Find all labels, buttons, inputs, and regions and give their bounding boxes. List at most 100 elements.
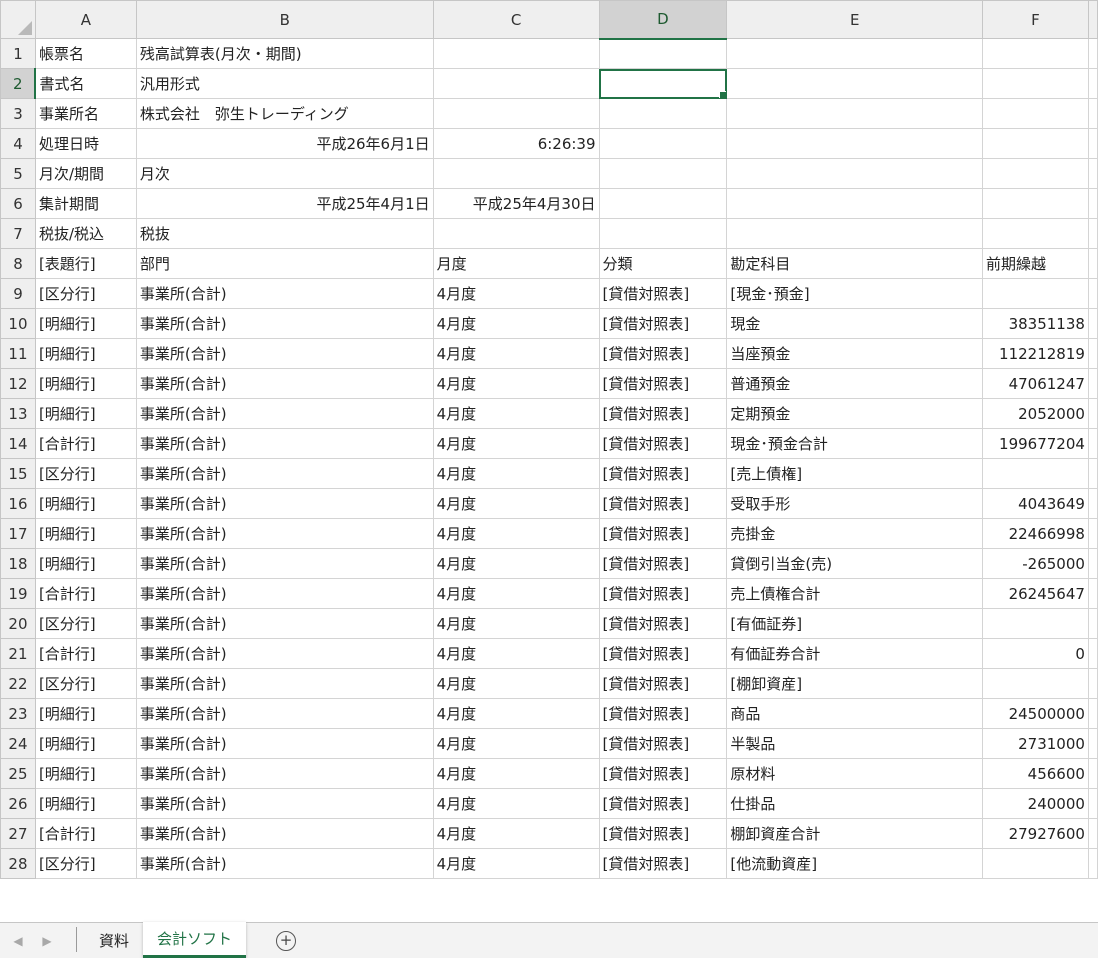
row-header[interactable]: 15 — [0, 458, 36, 489]
cell-e3[interactable] — [726, 98, 983, 129]
cell-f17[interactable]: 22466998 — [981, 518, 1089, 549]
cell-f7[interactable] — [981, 218, 1089, 249]
cell-d25[interactable]: [貸借対照表] — [598, 758, 728, 789]
column-header-d[interactable]: D — [598, 0, 728, 40]
cell-a24[interactable]: [明細行] — [34, 728, 137, 759]
cell-e7[interactable] — [726, 218, 983, 249]
cell-c12[interactable]: 4月度 — [432, 368, 600, 399]
cell-f14[interactable]: 199677204 — [981, 428, 1089, 459]
cell-d23[interactable]: [貸借対照表] — [598, 698, 728, 729]
row-header[interactable]: 6 — [0, 188, 36, 219]
cell-e16[interactable]: 受取手形 — [726, 488, 983, 519]
cell-d26[interactable]: [貸借対照表] — [598, 788, 728, 819]
row-header[interactable]: 23 — [0, 698, 36, 729]
cell-b20[interactable]: 事業所(合計) — [135, 608, 434, 639]
cell-g9[interactable] — [1087, 278, 1098, 309]
cell-e20[interactable]: [有価証券] — [726, 608, 983, 639]
row-header[interactable]: 13 — [0, 398, 36, 429]
cell-b2[interactable]: 汎用形式 — [135, 68, 434, 99]
cell-g21[interactable] — [1087, 638, 1098, 669]
cell-b12[interactable]: 事業所(合計) — [135, 368, 434, 399]
cell-b27[interactable]: 事業所(合計) — [135, 818, 434, 849]
cell-d19[interactable]: [貸借対照表] — [598, 578, 728, 609]
row-header[interactable]: 24 — [0, 728, 36, 759]
cell-g23[interactable] — [1087, 698, 1098, 729]
cell-a26[interactable]: [明細行] — [34, 788, 137, 819]
cell-f10[interactable]: 38351138 — [981, 308, 1089, 339]
cell-d15[interactable]: [貸借対照表] — [598, 458, 728, 489]
cell-e17[interactable]: 売掛金 — [726, 518, 983, 549]
cell-g4[interactable] — [1087, 128, 1098, 159]
cell-f25[interactable]: 456600 — [981, 758, 1089, 789]
row-header[interactable]: 1 — [0, 38, 36, 69]
cell-a25[interactable]: [明細行] — [34, 758, 137, 789]
cell-d21[interactable]: [貸借対照表] — [598, 638, 728, 669]
row-header[interactable]: 21 — [0, 638, 36, 669]
cell-g26[interactable] — [1087, 788, 1098, 819]
cell-c8[interactable]: 月度 — [432, 248, 600, 279]
cell-c5[interactable] — [432, 158, 600, 189]
row-header[interactable]: 17 — [0, 518, 36, 549]
cell-g18[interactable] — [1087, 548, 1098, 579]
cell-g16[interactable] — [1087, 488, 1098, 519]
row-header[interactable]: 16 — [0, 488, 36, 519]
cell-g3[interactable] — [1087, 98, 1098, 129]
row-header[interactable]: 4 — [0, 128, 36, 159]
cell-e27[interactable]: 棚卸資産合計 — [726, 818, 983, 849]
add-sheet-button[interactable]: + — [276, 923, 297, 958]
cell-g5[interactable] — [1087, 158, 1098, 189]
cell-f27[interactable]: 27927600 — [981, 818, 1089, 849]
cell-c11[interactable]: 4月度 — [432, 338, 600, 369]
column-header-g[interactable] — [1087, 0, 1098, 39]
cell-c7[interactable] — [432, 218, 600, 249]
cell-g2[interactable] — [1087, 68, 1098, 99]
cell-b9[interactable]: 事業所(合計) — [135, 278, 434, 309]
cell-e28[interactable]: [他流動資産] — [726, 848, 983, 879]
cell-g8[interactable] — [1087, 248, 1098, 279]
cell-a8[interactable]: [表題行] — [34, 248, 137, 279]
cell-a19[interactable]: [合計行] — [34, 578, 137, 609]
cell-g13[interactable] — [1087, 398, 1098, 429]
cell-a2[interactable]: 書式名 — [34, 68, 137, 99]
cell-c27[interactable]: 4月度 — [432, 818, 600, 849]
cell-b19[interactable]: 事業所(合計) — [135, 578, 434, 609]
cell-d6[interactable] — [598, 188, 728, 219]
cell-b11[interactable]: 事業所(合計) — [135, 338, 434, 369]
cell-g24[interactable] — [1087, 728, 1098, 759]
cell-a3[interactable]: 事業所名 — [34, 98, 137, 129]
row-header[interactable]: 27 — [0, 818, 36, 849]
row-header[interactable]: 10 — [0, 308, 36, 339]
cell-e13[interactable]: 定期預金 — [726, 398, 983, 429]
cell-d10[interactable]: [貸借対照表] — [598, 308, 728, 339]
cell-c10[interactable]: 4月度 — [432, 308, 600, 339]
cell-f24[interactable]: 2731000 — [981, 728, 1089, 759]
cell-c20[interactable]: 4月度 — [432, 608, 600, 639]
row-header[interactable]: 26 — [0, 788, 36, 819]
cell-d13[interactable]: [貸借対照表] — [598, 398, 728, 429]
cell-a27[interactable]: [合計行] — [34, 818, 137, 849]
cell-a15[interactable]: [区分行] — [34, 458, 137, 489]
cell-g15[interactable] — [1087, 458, 1098, 489]
cell-c23[interactable]: 4月度 — [432, 698, 600, 729]
cell-c14[interactable]: 4月度 — [432, 428, 600, 459]
cell-a5[interactable]: 月次/期間 — [34, 158, 137, 189]
cell-d22[interactable]: [貸借対照表] — [598, 668, 728, 699]
cell-g27[interactable] — [1087, 818, 1098, 849]
cell-a6[interactable]: 集計期間 — [34, 188, 137, 219]
cell-e19[interactable]: 売上債権合計 — [726, 578, 983, 609]
cell-f15[interactable] — [981, 458, 1089, 489]
cell-b14[interactable]: 事業所(合計) — [135, 428, 434, 459]
cell-a11[interactable]: [明細行] — [34, 338, 137, 369]
cell-b1[interactable]: 残高試算表(月次・期間) — [135, 38, 434, 69]
cell-b3[interactable]: 株式会社 弥生トレーディング — [135, 98, 434, 129]
row-header[interactable]: 18 — [0, 548, 36, 579]
cell-d12[interactable]: [貸借対照表] — [598, 368, 728, 399]
cell-d8[interactable]: 分類 — [598, 248, 728, 279]
cell-f11[interactable]: 112212819 — [981, 338, 1089, 369]
cell-f21[interactable]: 0 — [981, 638, 1089, 669]
row-header[interactable]: 3 — [0, 98, 36, 129]
cell-d16[interactable]: [貸借対照表] — [598, 488, 728, 519]
cell-b23[interactable]: 事業所(合計) — [135, 698, 434, 729]
cell-c2[interactable] — [432, 68, 600, 99]
chevron-right-icon[interactable]: ▶ — [36, 923, 58, 958]
